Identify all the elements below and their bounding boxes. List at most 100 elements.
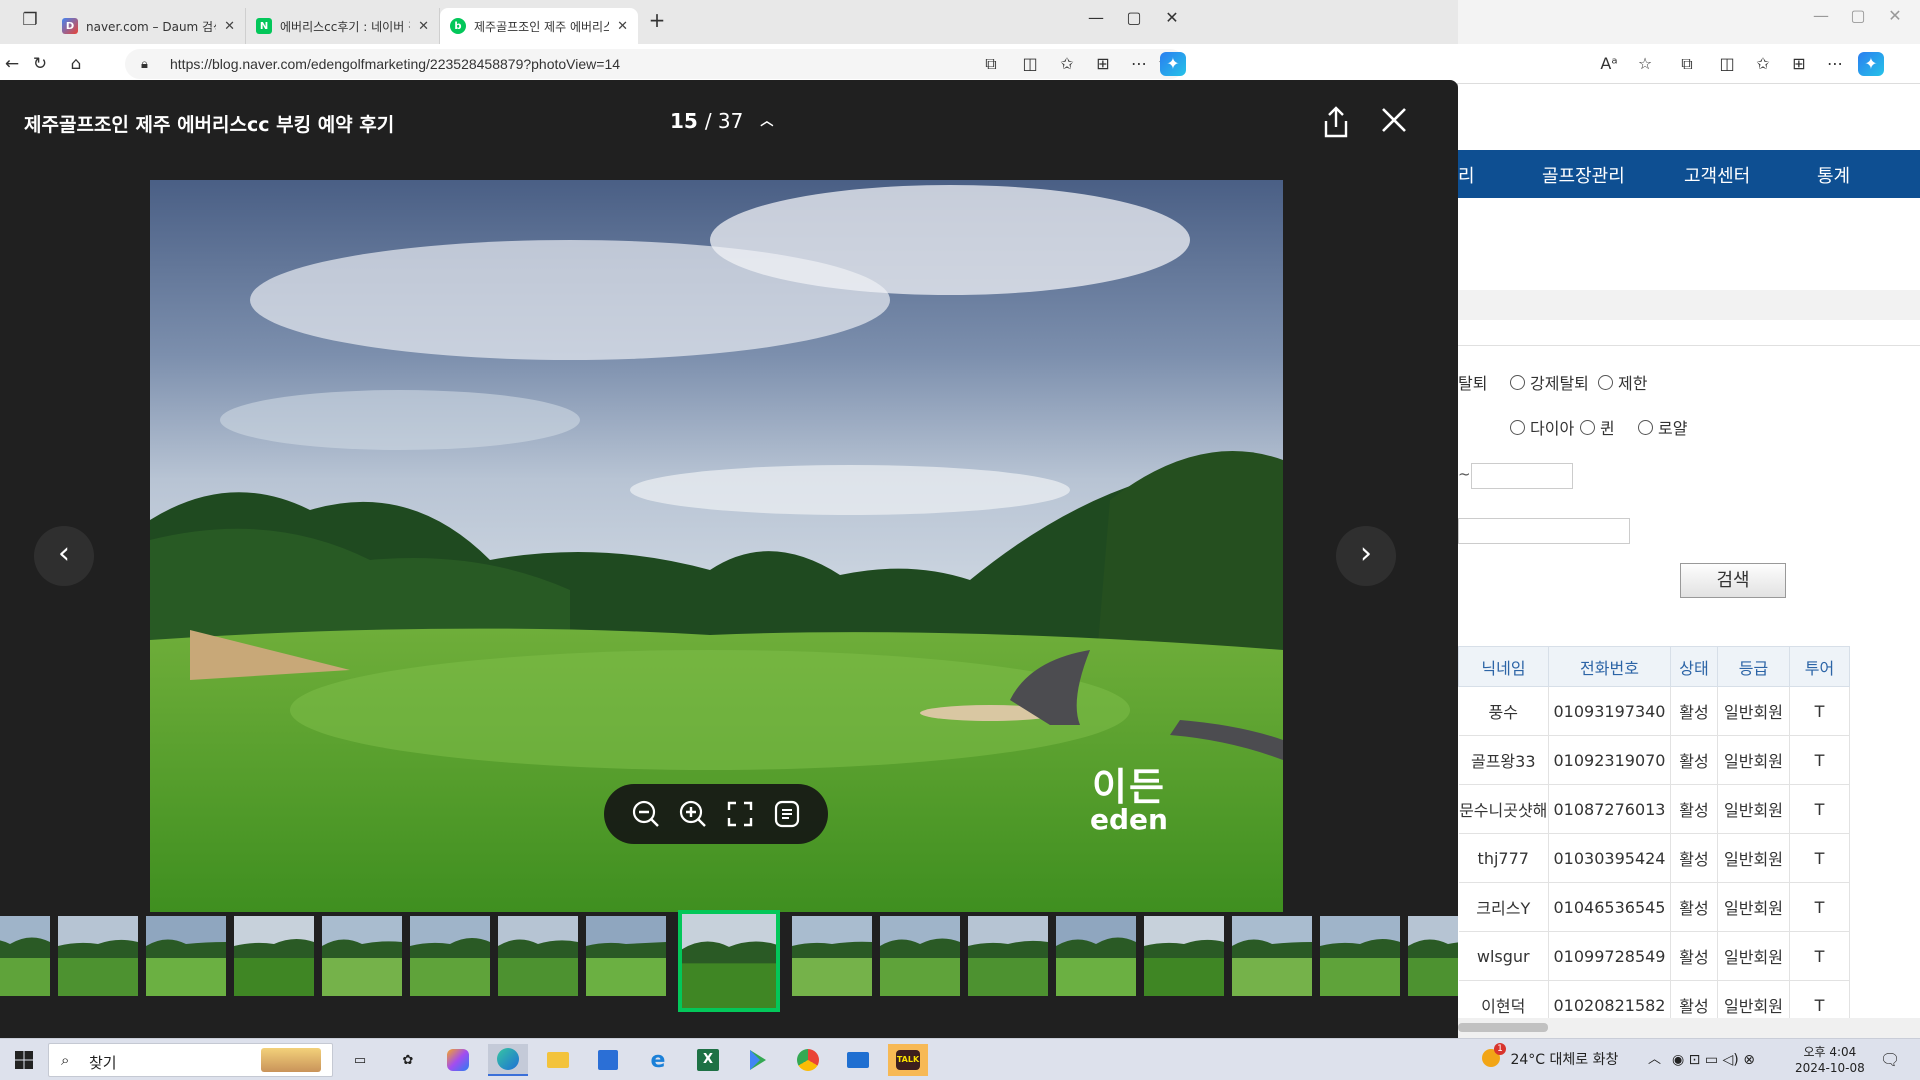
tray-status-icons[interactable]: ◉ ⊡ ▭ ◁) ⊗: [1672, 1039, 1755, 1080]
nav-item-member[interactable]: 리: [1458, 162, 1475, 188]
close-window-button[interactable]: ✕: [1149, 8, 1195, 27]
thumbnail-item[interactable]: [792, 916, 872, 996]
home-icon[interactable]: ⌂: [64, 52, 88, 76]
thumbnail-item[interactable]: [146, 916, 226, 996]
column-header[interactable]: 닉네임: [1458, 646, 1549, 687]
refresh-icon[interactable]: ↻: [28, 52, 52, 76]
split-screen-icon[interactable]: ◫: [1714, 52, 1740, 76]
file-explorer-icon[interactable]: [538, 1044, 578, 1076]
kakaotalk-icon[interactable]: TALK: [888, 1044, 928, 1076]
scrollbar-thumb[interactable]: [1458, 1023, 1548, 1032]
extensions-icon[interactable]: ⧉: [978, 52, 1004, 76]
more-menu-icon[interactable]: ⋯: [1822, 52, 1848, 76]
tab-naver-blog[interactable]: b 제주골프조인 제주 에버리스cc 부 ✕: [440, 8, 638, 44]
radio-forced-withdrawal[interactable]: 강제탈퇴: [1510, 370, 1589, 394]
fullscreen-icon[interactable]: [724, 798, 756, 830]
thumbnail-item[interactable]: [1320, 916, 1400, 996]
share-icon[interactable]: [1318, 105, 1354, 141]
thumbnail-item[interactable]: [1056, 916, 1136, 996]
copilot-taskbar-icon[interactable]: [438, 1044, 478, 1076]
table-row[interactable]: thj777 01030395424 활성 일반회원 T: [1458, 833, 1850, 883]
previous-photo-button[interactable]: ‹: [34, 526, 94, 586]
thumbnail-item[interactable]: [1144, 916, 1224, 996]
radio-royal[interactable]: 로얄: [1638, 415, 1687, 439]
thumbnail-item[interactable]: [58, 916, 138, 996]
search-button[interactable]: 검색: [1680, 563, 1786, 598]
google-play-icon[interactable]: [738, 1044, 778, 1076]
close-window-button[interactable]: ✕: [1872, 6, 1918, 25]
radio-diamond[interactable]: 다이아: [1510, 415, 1574, 439]
notification-center-icon[interactable]: 🗨︎: [1880, 1039, 1900, 1080]
thumbnail-item[interactable]: [498, 916, 578, 996]
start-icon[interactable]: [4, 1044, 44, 1076]
read-aloud-icon[interactable]: Aᵃ: [1596, 52, 1622, 76]
table-row[interactable]: 크리스Y 01046536545 활성 일반회원 T: [1458, 882, 1850, 932]
taskbar-search-box[interactable]: ⌕ 찾기: [48, 1043, 333, 1077]
thumbnail-item[interactable]: [586, 916, 666, 996]
tab-actions-icon[interactable]: ❐: [18, 8, 42, 32]
photo-counter[interactable]: 15 / 37 ︿: [670, 109, 773, 133]
column-header[interactable]: 전화번호: [1548, 646, 1671, 687]
thumbnail-item[interactable]: [678, 910, 780, 1012]
new-tab-button[interactable]: +: [645, 8, 669, 32]
back-icon[interactable]: ←: [0, 52, 24, 76]
column-header[interactable]: 투어: [1789, 646, 1850, 687]
close-tab-icon[interactable]: ✕: [224, 19, 235, 34]
thumbnail-item[interactable]: [322, 916, 402, 996]
radio-withdrawn[interactable]: 탈퇴: [1458, 370, 1487, 394]
nav-item-statistics[interactable]: 통계: [1817, 162, 1850, 188]
clock[interactable]: 오후 4:04 2024-10-08: [1795, 1044, 1865, 1076]
column-header[interactable]: 등급: [1717, 646, 1790, 687]
thumbnail-item[interactable]: [1232, 916, 1312, 996]
thumbnail-item[interactable]: [1408, 916, 1458, 996]
table-row[interactable]: 풍수 01093197340 활성 일반회원 T: [1458, 686, 1850, 736]
collections-icon[interactable]: ⊞: [1786, 52, 1812, 76]
radio-queen[interactable]: 퀸: [1580, 415, 1615, 439]
excel-icon[interactable]: X: [688, 1044, 728, 1076]
extensions-icon[interactable]: ⧉: [1674, 52, 1700, 76]
favorites-icon[interactable]: ✩: [1054, 52, 1080, 76]
table-cell: 일반회원: [1717, 735, 1790, 785]
ie-icon[interactable]: e: [638, 1044, 678, 1076]
favorite-star-icon[interactable]: ☆: [1632, 52, 1658, 76]
nav-item-support[interactable]: 고객센터: [1684, 162, 1750, 188]
keyword-input[interactable]: [1458, 518, 1630, 544]
next-photo-button[interactable]: ›: [1336, 526, 1396, 586]
thumbnail-item[interactable]: [968, 916, 1048, 996]
thumbnail-item[interactable]: [880, 916, 960, 996]
widgets-icon[interactable]: ✿: [388, 1044, 428, 1076]
nav-item-golf-course[interactable]: 골프장관리: [1542, 162, 1625, 188]
store-icon[interactable]: [588, 1044, 628, 1076]
favorites-icon[interactable]: ✩: [1750, 52, 1776, 76]
caption-icon[interactable]: [771, 798, 803, 830]
date-to-input[interactable]: [1471, 463, 1573, 489]
chevron-up-icon[interactable]: ︿: [760, 114, 773, 129]
tray-chevron-icon[interactable]: ︿: [1648, 1039, 1661, 1080]
table-row[interactable]: 문수니곳샷해 01087276013 활성 일반회원 T: [1458, 784, 1850, 834]
mail-icon[interactable]: [838, 1044, 878, 1076]
horizontal-scrollbar[interactable]: [1458, 1018, 1920, 1038]
table-row[interactable]: 골프왕33 01092319070 활성 일반회원 T: [1458, 735, 1850, 785]
zoom-out-icon[interactable]: [630, 798, 662, 830]
chrome-icon[interactable]: [788, 1044, 828, 1076]
thumbnail-item[interactable]: [0, 916, 50, 996]
collections-icon[interactable]: ⊞: [1090, 52, 1116, 76]
copilot-icon[interactable]: ✦: [1858, 52, 1884, 76]
column-header[interactable]: 상태: [1670, 646, 1718, 687]
thumbnail-item[interactable]: [234, 916, 314, 996]
table-row[interactable]: wlsgur 01099728549 활성 일반회원 T: [1458, 931, 1850, 981]
weather-widget[interactable]: 1 24°C 대체로 화창: [1482, 1039, 1618, 1080]
split-screen-icon[interactable]: ◫: [1017, 52, 1043, 76]
tab-naver-search[interactable]: N 에버리스cc후기 : 네이버 검색 ✕: [246, 8, 440, 44]
edge-taskbar-icon[interactable]: [488, 1044, 528, 1076]
radio-restricted[interactable]: 제한: [1598, 370, 1647, 394]
task-view-icon[interactable]: ▭: [340, 1044, 380, 1076]
close-viewer-icon[interactable]: [1376, 105, 1412, 141]
more-menu-icon[interactable]: ⋯: [1126, 52, 1152, 76]
close-tab-icon[interactable]: ✕: [418, 19, 429, 34]
tab-daum[interactable]: D naver.com – Daum 검색 ✕: [52, 8, 246, 44]
copilot-icon[interactable]: ✦: [1160, 52, 1186, 76]
zoom-in-icon[interactable]: [677, 798, 709, 830]
close-tab-icon[interactable]: ✕: [617, 19, 628, 34]
thumbnail-item[interactable]: [410, 916, 490, 996]
